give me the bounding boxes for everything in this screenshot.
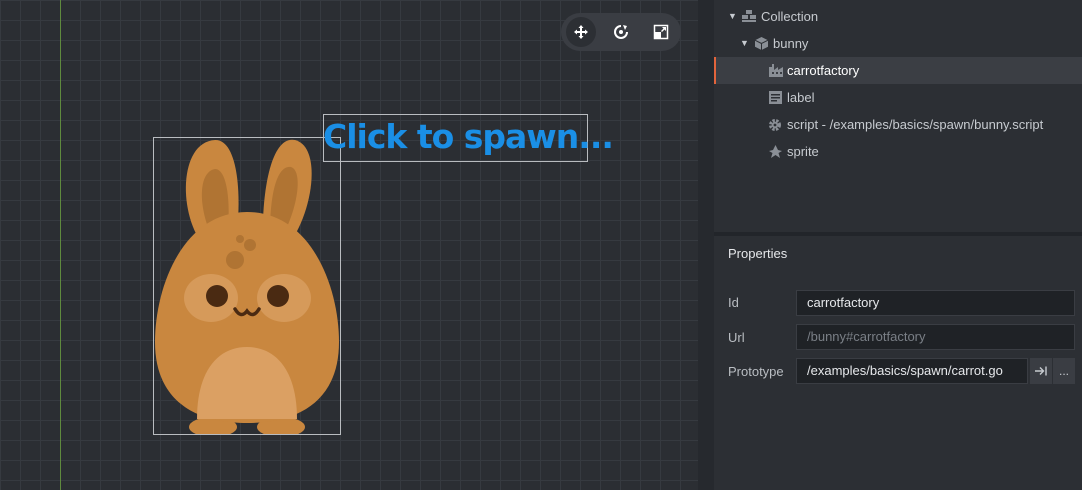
outline-item-collection[interactable]: ▼ Collection [714, 3, 1082, 30]
outline-item-script[interactable]: script - /examples/basics/spawn/bunny.sc… [714, 111, 1082, 138]
scale-icon [653, 24, 669, 40]
gizmo-toolbar [561, 13, 681, 51]
goto-resource-button[interactable] [1030, 358, 1052, 384]
url-label: Url [728, 330, 745, 345]
outline-item-sprite[interactable]: sprite [714, 138, 1082, 165]
scene-viewport[interactable]: Click to spawn... [0, 0, 698, 490]
move-tool-button[interactable] [566, 17, 596, 47]
outline-item-bunny[interactable]: ▼ bunny [714, 30, 1082, 57]
outline-item-label: bunny [773, 36, 809, 51]
outline-item-label: Collection [761, 9, 819, 24]
browse-resource-button[interactable]: ... [1053, 358, 1075, 384]
id-field[interactable]: carrotfactory [796, 290, 1075, 316]
outline-item-label: label [787, 90, 815, 105]
rotate-icon [614, 25, 628, 39]
label-icon [769, 84, 782, 104]
prototype-field[interactable]: /examples/basics/spawn/carrot.go [796, 358, 1028, 384]
y-axis-line [60, 0, 61, 490]
url-field[interactable]: /bunny#carrotfactory [796, 324, 1075, 350]
game-object-icon [755, 30, 768, 50]
expand-arrow-icon[interactable]: ▼ [728, 3, 737, 30]
factory-icon [769, 57, 783, 77]
rotate-tool-button[interactable] [606, 17, 636, 47]
move-icon [574, 25, 588, 39]
outline-item-label[interactable]: label [714, 84, 1082, 111]
collection-icon [742, 3, 756, 22]
outline-item-label: script - /examples/basics/spawn/bunny.sc… [787, 117, 1044, 132]
scale-tool-button[interactable] [646, 17, 676, 47]
outline-item-label: carrotfactory [787, 63, 860, 78]
goto-arrow-icon [1035, 366, 1047, 376]
outline-panel: ▼ Collection ▼ bunny carrotfactory label… [714, 0, 1082, 232]
prototype-label: Prototype [728, 364, 784, 379]
bunny-selection-box [153, 137, 341, 435]
spawn-label[interactable]: Click to spawn... [323, 117, 614, 156]
id-label: Id [728, 295, 739, 310]
outline-item-carrotfactory[interactable]: carrotfactory [714, 57, 1082, 84]
properties-panel: Properties Id carrotfactory Url /bunny#c… [714, 236, 1082, 490]
sprite-icon [769, 138, 782, 158]
properties-title: Properties [728, 246, 788, 261]
gear-icon [768, 111, 782, 132]
expand-arrow-icon[interactable]: ▼ [740, 30, 749, 57]
panel-divider[interactable] [698, 0, 714, 490]
outline-item-label: sprite [787, 144, 819, 159]
